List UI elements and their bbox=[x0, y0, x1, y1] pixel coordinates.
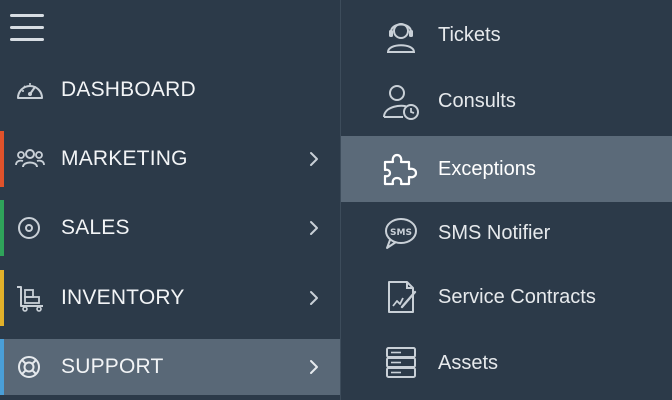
svg-text:SMS: SMS bbox=[390, 228, 412, 238]
accent-bar bbox=[0, 131, 4, 187]
headset-agent-icon bbox=[386, 23, 416, 53]
contract-pen-icon bbox=[388, 281, 417, 313]
cart-boxes-icon bbox=[17, 286, 43, 312]
chevron-right-icon bbox=[310, 152, 318, 166]
submenu-item-assets[interactable]: Assets bbox=[341, 330, 672, 396]
target-icon bbox=[18, 217, 40, 239]
users-group-icon bbox=[15, 149, 45, 168]
lifebuoy-icon bbox=[18, 356, 40, 378]
support-submenu: Tickets Consults Exceptions SMS SMS Noti… bbox=[341, 0, 672, 400]
chevron-right-icon bbox=[310, 291, 318, 305]
submenu-item-service-contracts[interactable]: Service Contracts bbox=[341, 264, 672, 330]
nav-item-support[interactable]: SUPPORT bbox=[0, 339, 340, 395]
chevron-right-icon bbox=[310, 221, 318, 235]
submenu-label: SMS Notifier bbox=[438, 222, 551, 244]
submenu-item-exceptions[interactable]: Exceptions bbox=[341, 136, 672, 202]
accent-bar bbox=[0, 200, 4, 256]
server-stack-icon bbox=[386, 347, 416, 378]
hamburger-menu-button[interactable] bbox=[8, 10, 46, 44]
nav-label: MARKETING bbox=[61, 147, 188, 170]
puzzle-icon bbox=[383, 153, 418, 186]
submenu-label: Tickets bbox=[438, 24, 501, 46]
nav-item-sales[interactable]: SALES bbox=[0, 200, 340, 256]
app-navigation: DASHBOARD MARKETING SALES INVENTORY SUPP… bbox=[0, 0, 672, 400]
submenu-item-consults[interactable]: Consults bbox=[341, 68, 672, 134]
user-clock-icon bbox=[383, 85, 419, 120]
accent-bar bbox=[0, 339, 4, 395]
main-nav: DASHBOARD MARKETING SALES INVENTORY SUPP… bbox=[0, 0, 340, 400]
nav-label: SALES bbox=[61, 216, 130, 239]
nav-label: DASHBOARD bbox=[61, 78, 196, 101]
submenu-label: Exceptions bbox=[438, 158, 536, 180]
nav-item-inventory[interactable]: INVENTORY bbox=[0, 270, 340, 326]
chevron-right-icon bbox=[310, 360, 318, 374]
nav-item-marketing[interactable]: MARKETING bbox=[0, 131, 340, 187]
submenu-label: Service Contracts bbox=[438, 286, 596, 308]
sms-bubble-icon: SMS bbox=[385, 218, 417, 249]
accent-bar bbox=[0, 270, 4, 326]
nav-label: SUPPORT bbox=[61, 355, 164, 378]
submenu-label: Assets bbox=[438, 352, 499, 374]
gauge-icon bbox=[17, 83, 43, 99]
submenu-item-tickets[interactable]: Tickets bbox=[341, 2, 672, 68]
submenu-label: Consults bbox=[438, 90, 516, 112]
submenu-item-sms-notifier[interactable]: SMS SMS Notifier bbox=[341, 200, 672, 266]
nav-label: INVENTORY bbox=[61, 286, 185, 309]
hamburger-icon bbox=[10, 14, 44, 41]
nav-item-dashboard[interactable]: DASHBOARD bbox=[0, 62, 340, 118]
